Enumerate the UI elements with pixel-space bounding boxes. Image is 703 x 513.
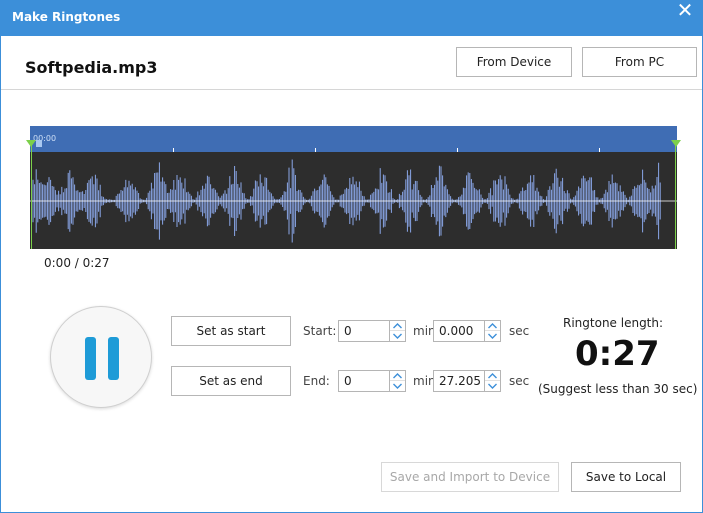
from-device-button[interactable]: From Device — [456, 47, 572, 77]
title-bar: Make Ringtones ✕ — [0, 0, 703, 36]
start-sec-spinner[interactable] — [484, 320, 501, 342]
spin-up-icon[interactable] — [485, 371, 500, 381]
start-sec-input[interactable]: 0.000 — [433, 320, 485, 342]
window-title: Make Ringtones — [12, 10, 121, 24]
playhead-handle[interactable] — [36, 140, 42, 147]
set-as-start-button[interactable]: Set as start — [171, 316, 291, 346]
spin-up-icon[interactable] — [390, 371, 405, 381]
trim-marker-icon[interactable] — [671, 140, 681, 147]
waveform-editor[interactable]: 00:00 — [26, 126, 681, 249]
spin-up-icon[interactable] — [390, 321, 405, 331]
end-sec-spinner[interactable] — [484, 370, 501, 392]
waveform-area[interactable] — [30, 152, 677, 249]
start-trim-line[interactable] — [31, 140, 32, 249]
ringtone-length-value: 0:27 — [575, 334, 660, 374]
file-name: Softpedia.mp3 — [25, 58, 158, 77]
ringtone-length-label: Ringtone length: — [563, 316, 664, 330]
from-pc-button[interactable]: From PC — [582, 47, 697, 77]
end-min-spinner[interactable] — [389, 370, 406, 392]
end-label: End: — [303, 374, 330, 388]
save-to-local-button[interactable]: Save to Local — [571, 462, 681, 492]
close-icon[interactable]: ✕ — [675, 1, 695, 21]
pause-button[interactable] — [50, 306, 152, 408]
spin-up-icon[interactable] — [485, 321, 500, 331]
spin-down-icon[interactable] — [390, 381, 405, 391]
start-sec-unit: sec — [509, 324, 530, 338]
header-divider — [1, 89, 702, 90]
end-sec-input[interactable]: 27.205 — [433, 370, 485, 392]
time-readout: 0:00 / 0:27 — [44, 256, 110, 270]
window-border — [0, 36, 703, 513]
set-as-end-button[interactable]: Set as end — [171, 366, 291, 396]
start-min-spinner[interactable] — [389, 320, 406, 342]
start-min-input[interactable]: 0 — [338, 320, 390, 342]
end-min-input[interactable]: 0 — [338, 370, 390, 392]
end-sec-unit: sec — [509, 374, 530, 388]
timeline-bar[interactable]: 00:00 — [30, 126, 677, 152]
waveform-graphic — [30, 159, 677, 243]
ringtone-length-hint: (Suggest less than 30 sec) — [538, 382, 698, 396]
save-and-import-button[interactable]: Save and Import to Device — [381, 462, 559, 492]
spin-down-icon[interactable] — [485, 381, 500, 391]
end-trim-line[interactable] — [675, 140, 676, 249]
spin-down-icon[interactable] — [390, 331, 405, 341]
trim-marker-icon[interactable] — [26, 140, 36, 147]
spin-down-icon[interactable] — [485, 331, 500, 341]
start-label: Start: — [303, 324, 337, 338]
